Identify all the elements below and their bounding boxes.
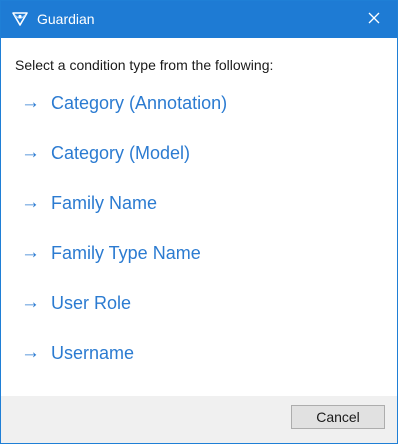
dialog-footer: Cancel — [1, 396, 397, 443]
option-label: Username — [51, 343, 135, 363]
dialog-window: Guardian Select a condition type from th… — [0, 0, 398, 444]
option-label: Category (Annotation) — [51, 93, 228, 113]
arrow-right-icon: → — [21, 192, 40, 213]
condition-type-list: → Category (Annotation) → Category (Mode… — [21, 92, 227, 392]
title-bar[interactable]: Guardian — [1, 1, 397, 38]
dialog-content: Select a condition type from the followi… — [1, 38, 397, 396]
option-label: Family Name — [51, 193, 158, 213]
arrow-right-icon: → — [21, 142, 40, 163]
close-button[interactable] — [351, 1, 397, 38]
condition-option-family-name[interactable]: → Family Name — [21, 192, 227, 242]
condition-option-family-type-name[interactable]: → Family Type Name — [21, 242, 227, 292]
condition-option-category-model[interactable]: → Category (Model) — [21, 142, 227, 192]
condition-option-user-role[interactable]: → User Role — [21, 292, 227, 342]
instruction-text: Select a condition type from the followi… — [15, 57, 274, 73]
arrow-right-icon: → — [21, 92, 40, 113]
guardian-logo-icon — [11, 10, 29, 28]
condition-option-username[interactable]: → Username — [21, 342, 227, 392]
option-label: Category (Model) — [51, 143, 191, 163]
arrow-right-icon: → — [21, 292, 40, 313]
arrow-right-icon: → — [21, 242, 40, 263]
window-title: Guardian — [37, 11, 95, 27]
cancel-button[interactable]: Cancel — [291, 405, 385, 429]
arrow-right-icon: → — [21, 342, 40, 363]
option-label: Family Type Name — [51, 243, 201, 263]
condition-option-category-annotation[interactable]: → Category (Annotation) — [21, 92, 227, 142]
close-icon — [368, 11, 380, 29]
option-label: User Role — [51, 293, 132, 313]
